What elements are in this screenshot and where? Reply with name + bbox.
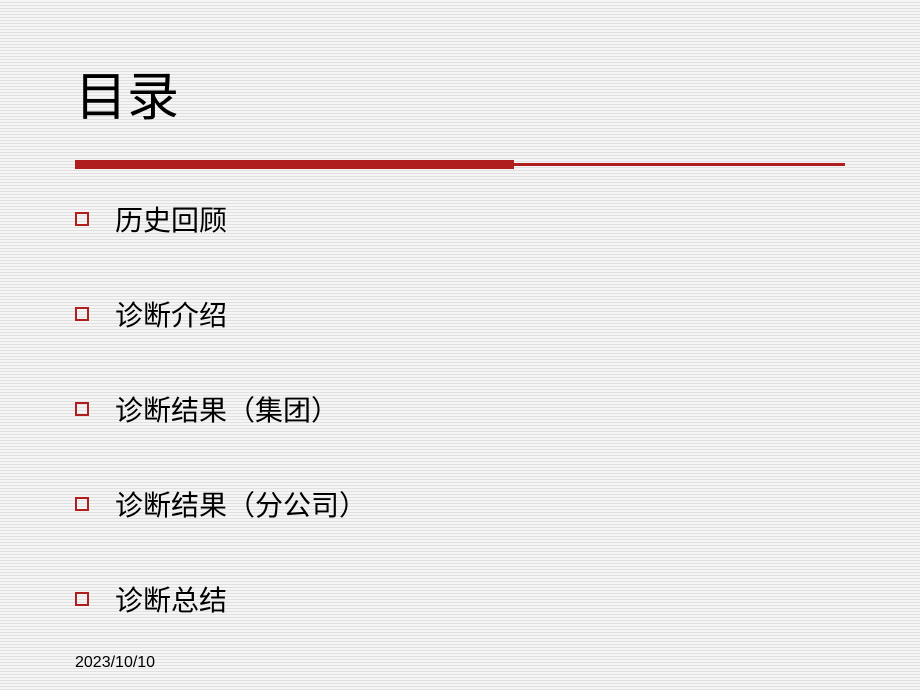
footer-date: 2023/10/10	[75, 654, 155, 672]
bullet-square-icon	[75, 307, 89, 321]
slide-title: 目录	[75, 55, 845, 130]
toc-item: 诊断结果（集团）	[75, 389, 845, 429]
bullet-square-icon	[75, 592, 89, 606]
title-divider	[75, 160, 845, 169]
bullet-square-icon	[75, 212, 89, 226]
bullet-square-icon	[75, 497, 89, 511]
toc-item: 诊断结果（分公司）	[75, 484, 845, 524]
toc-item: 诊断介绍	[75, 294, 845, 334]
toc-item-label: 诊断总结	[115, 579, 227, 619]
divider-thick-line	[75, 160, 514, 169]
slide-container: 目录 历史回顾 诊断介绍 诊断结果（集团） 诊断结果（分公司） 诊断总结 202…	[0, 0, 920, 690]
bullet-square-icon	[75, 402, 89, 416]
toc-item-label: 诊断结果（集团）	[115, 389, 339, 429]
toc-item: 历史回顾	[75, 199, 845, 239]
toc-item: 诊断总结	[75, 579, 845, 619]
toc-item-label: 诊断结果（分公司）	[115, 484, 367, 524]
toc-item-label: 诊断介绍	[115, 294, 227, 334]
toc-list: 历史回顾 诊断介绍 诊断结果（集团） 诊断结果（分公司） 诊断总结	[75, 199, 845, 619]
toc-item-label: 历史回顾	[115, 199, 227, 239]
